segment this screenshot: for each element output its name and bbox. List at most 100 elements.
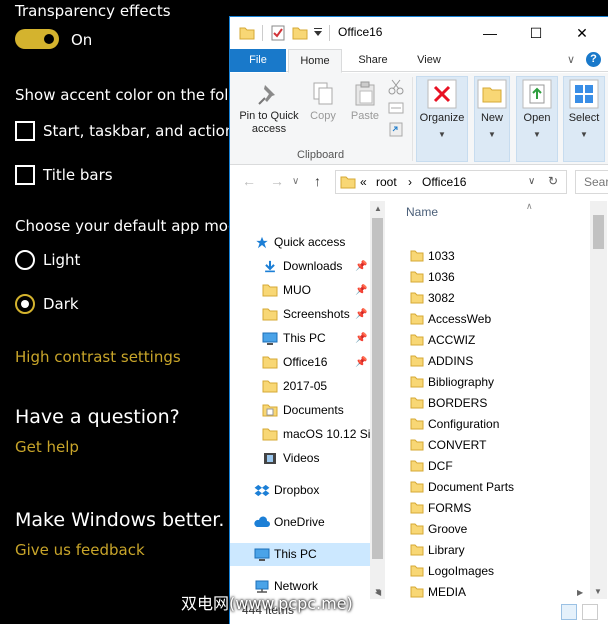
minimize-button[interactable]: — xyxy=(467,17,513,49)
folder-icon xyxy=(410,439,424,451)
tab-home[interactable]: Home xyxy=(288,49,342,73)
nav-downloads[interactable]: Downloads 📌 xyxy=(230,255,370,278)
large-icons-view-icon[interactable] xyxy=(582,604,598,620)
organize-button[interactable]: Organize ▼ xyxy=(416,79,468,141)
file-row[interactable]: FORMS xyxy=(386,498,586,519)
high-contrast-link[interactable]: High contrast settings xyxy=(15,348,181,366)
ribbon: Pin to Quick access Copy Paste Clipboard… xyxy=(230,73,608,165)
maximize-button[interactable]: ☐ xyxy=(513,17,559,49)
cut-icon[interactable] xyxy=(388,79,404,95)
file-row[interactable]: Configuration xyxy=(386,414,586,435)
scroll-left-icon[interactable]: ◀ xyxy=(375,588,381,597)
scroll-right-icon[interactable]: ▶ xyxy=(577,588,583,597)
select-button[interactable]: Select ▼ xyxy=(563,79,605,141)
file-row[interactable]: ACCWIZ xyxy=(386,330,586,351)
nav-scrollbar-thumb[interactable] xyxy=(372,218,383,559)
select-label: Select xyxy=(568,112,600,124)
nav-this-pc[interactable]: This PC xyxy=(230,543,370,566)
file-row[interactable]: Groove xyxy=(386,519,586,540)
recent-locations-icon[interactable]: ∨ xyxy=(292,176,299,187)
accent-start-checkbox[interactable] xyxy=(15,121,35,141)
nav-videos[interactable]: Videos xyxy=(230,447,370,470)
film-icon xyxy=(264,453,276,464)
scroll-up-icon[interactable]: ▲ xyxy=(374,204,382,213)
file-row[interactable]: DCF xyxy=(386,456,586,477)
address-dropdown-icon[interactable]: ∨ xyxy=(528,176,535,187)
nav-muo[interactable]: MUO 📌 xyxy=(230,279,370,302)
file-list-scrollbar[interactable]: ▼ xyxy=(590,201,607,599)
file-row[interactable]: LogoImages xyxy=(386,561,586,582)
light-mode-radio[interactable] xyxy=(15,250,35,270)
tab-view[interactable]: View xyxy=(404,49,454,72)
nav-scrollbar[interactable]: ▲ ▼ xyxy=(370,201,385,599)
address-field[interactable]: « root › Office16 ∨ ↻ xyxy=(335,170,567,194)
clipboard-group-label: Clipboard xyxy=(297,149,345,161)
nav-office16[interactable]: Office16 📌 xyxy=(230,351,370,374)
address-overflow-icon[interactable]: « xyxy=(360,175,367,189)
paste-button[interactable]: Paste xyxy=(346,81,384,123)
copy-path-icon[interactable] xyxy=(388,101,404,115)
properties-icon[interactable] xyxy=(270,25,286,41)
close-button[interactable]: ✕ xyxy=(559,17,605,49)
open-button[interactable]: Open ▼ xyxy=(516,79,558,141)
back-icon[interactable]: ← xyxy=(242,173,256,189)
qat-separator xyxy=(262,25,263,41)
delete-icon xyxy=(427,79,457,109)
nav-2017-05[interactable]: 2017-05 xyxy=(230,375,370,398)
forward-icon[interactable]: → xyxy=(270,173,284,189)
file-scrollbar-thumb[interactable] xyxy=(593,215,604,249)
nav-onedrive[interactable]: OneDrive xyxy=(230,511,370,534)
tab-file[interactable]: File xyxy=(230,49,286,72)
transparency-toggle[interactable] xyxy=(15,29,59,49)
file-row[interactable]: CONVERT xyxy=(386,435,586,456)
file-row[interactable]: BORDERS xyxy=(386,393,586,414)
details-view-icon[interactable] xyxy=(561,604,577,620)
sort-ascending-icon: ∧ xyxy=(526,201,533,211)
feedback-link[interactable]: Give us feedback xyxy=(15,541,145,559)
pin-quick-access-button[interactable]: Pin to Quick access xyxy=(234,81,304,136)
paste-icon xyxy=(355,81,375,106)
file-row[interactable]: MEDIA xyxy=(386,582,586,599)
folder-icon xyxy=(410,334,424,346)
nav-macos[interactable]: macOS 10.12 Sie xyxy=(230,423,370,446)
copy-button[interactable]: Copy xyxy=(306,81,340,123)
file-name: BORDERS xyxy=(428,396,488,410)
nav-this-pc-quick[interactable]: This PC 📌 xyxy=(230,327,370,350)
scroll-down-icon[interactable]: ▼ xyxy=(594,587,602,596)
file-name: Library xyxy=(428,543,465,557)
file-row[interactable]: 3082 xyxy=(386,288,586,309)
open-caret-icon: ▼ xyxy=(533,130,541,139)
file-row[interactable]: AccessWeb xyxy=(386,309,586,330)
qat-dropdown-icon[interactable] xyxy=(313,25,323,41)
file-row[interactable]: ADDINS xyxy=(386,351,586,372)
nav-screenshots[interactable]: Screenshots 📌 xyxy=(230,303,370,326)
file-row[interactable]: 1036 xyxy=(386,267,586,288)
ribbon-expand-icon[interactable]: ∨ xyxy=(567,53,575,66)
file-name: ACCWIZ xyxy=(428,333,476,347)
nav-documents[interactable]: Documents xyxy=(230,399,370,422)
file-row[interactable]: Library xyxy=(386,540,586,561)
file-row[interactable]: Document Parts xyxy=(386,477,586,498)
help-icon[interactable]: ? xyxy=(586,52,601,67)
address-crumb-current[interactable]: Office16 xyxy=(422,175,466,189)
file-row[interactable]: 1033 xyxy=(386,246,586,267)
accent-titlebars-checkbox[interactable] xyxy=(15,165,35,185)
nav-dropbox[interactable]: Dropbox xyxy=(230,479,370,502)
dark-mode-radio[interactable] xyxy=(15,294,35,314)
nav-videos-label: Videos xyxy=(283,451,320,465)
get-help-link[interactable]: Get help xyxy=(15,438,79,456)
file-row[interactable]: Bibliography xyxy=(386,372,586,393)
new-button[interactable]: New ▼ xyxy=(474,79,510,141)
file-name: 3082 xyxy=(428,291,455,305)
address-crumb-arrow-icon[interactable]: › xyxy=(408,175,412,189)
tab-share[interactable]: Share xyxy=(348,49,398,72)
nav-quick-access[interactable]: Quick access xyxy=(230,231,370,254)
paste-shortcut-icon[interactable] xyxy=(388,121,404,137)
up-icon[interactable]: ↑ xyxy=(314,173,321,189)
column-header-name[interactable]: Name xyxy=(406,205,438,219)
refresh-icon[interactable]: ↻ xyxy=(548,174,558,188)
search-input[interactable]: Sear xyxy=(575,170,608,194)
address-crumb-root[interactable]: root xyxy=(376,175,397,189)
new-label: New xyxy=(480,112,503,124)
new-folder-icon[interactable] xyxy=(292,25,308,41)
